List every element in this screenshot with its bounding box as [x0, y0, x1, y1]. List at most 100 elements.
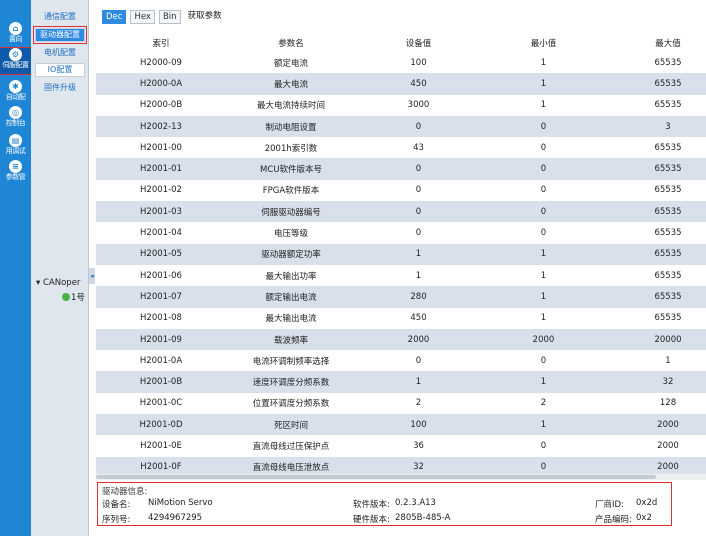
cell-device-value[interactable]: 280 [356, 286, 481, 308]
cell-device-value[interactable]: 36 [356, 435, 481, 457]
cell-device-value[interactable]: 0 [356, 115, 481, 138]
cell-device-value[interactable]: 0 [356, 350, 481, 372]
fetch-params-button[interactable]: 获取参数 [185, 10, 225, 24]
submenu-io-config[interactable]: IO配置 [35, 63, 85, 77]
col-header-index[interactable]: 索引 [96, 34, 226, 52]
tree-expand-icon[interactable]: ▾ [36, 278, 40, 288]
table-row[interactable]: H2001-01 MCU软件版本号 0 0 65535 [96, 158, 706, 180]
cell-device-value[interactable]: 1 [356, 243, 481, 265]
cell-index: H2001-09 [96, 328, 226, 351]
config-submenu: 通信配置 驱动器配置 电机配置 IO配置 固件升级 [31, 0, 89, 536]
cell-index: H2001-0E [96, 435, 226, 457]
cell-device-value[interactable]: 2 [356, 392, 481, 415]
rail-item-servo-config[interactable]: ⚙ 伺服配置 [0, 47, 32, 75]
cell-index: H2001-03 [96, 201, 226, 223]
cell-device-value[interactable]: 0 [356, 222, 481, 244]
cell-index: H2000-0A [96, 73, 226, 95]
table-row[interactable]: H2001-0A 电流环调制频率选择 0 0 1 [96, 350, 706, 372]
cell-param-name: 额定输出电流 [226, 286, 356, 308]
cell-device-value[interactable]: 0 [356, 158, 481, 180]
product-code-label: 产品编码: [595, 515, 632, 525]
table-row[interactable]: H2001-04 电压等级 0 0 65535 [96, 222, 706, 244]
table-row[interactable]: H2000-0B 最大电流持续时间 3000 1 65535 [96, 94, 706, 116]
vendor-id-value: 0x2d [636, 498, 658, 508]
driver-info-panel: 驱动器信息: 设备名: NiMotion Servo 序列号: 42949672… [97, 482, 672, 526]
cell-min: 2000 [481, 328, 606, 351]
col-header-min[interactable]: 最小值 [481, 34, 606, 52]
submenu-comm-config[interactable]: 通信配置 [35, 10, 85, 24]
servo-config-icon: ⚙ [9, 48, 22, 61]
cell-min: 0 [481, 158, 606, 180]
cell-param-name: 电流环调制频率选择 [226, 350, 356, 372]
table-row[interactable]: H2001-0F 直流母线电压泄放点 32 0 2000 [96, 456, 706, 474]
table-row[interactable]: H2001-06 最大输出功率 1 1 65535 [96, 264, 706, 287]
submenu-firmware-upgrade[interactable]: 固件升级 [35, 81, 85, 95]
cell-param-name: 直流母线电压泄放点 [226, 456, 356, 474]
cell-max: 65535 [606, 137, 706, 159]
col-header-device-value[interactable]: 设备值 [356, 34, 481, 52]
table-row[interactable]: H2001-0E 直流母线过压保护点 36 0 2000 [96, 435, 706, 457]
table-row[interactable]: H2002-13 制动电阻设置 0 0 3 [96, 115, 706, 138]
cell-device-value[interactable]: 100 [356, 414, 481, 436]
cell-device-value[interactable]: 1 [356, 371, 481, 393]
col-header-name[interactable]: 参数名 [226, 34, 356, 52]
cell-device-value[interactable]: 100 [356, 52, 481, 74]
cell-device-value[interactable]: 2000 [356, 328, 481, 351]
table-row[interactable]: H2001-05 驱动器额定功率 1 1 65535 [96, 243, 706, 265]
cell-min: 1 [481, 286, 606, 308]
cell-device-value[interactable]: 3000 [356, 94, 481, 116]
table-row[interactable]: H2001-0D 死区时间 100 1 2000 [96, 414, 706, 436]
tree-child-label: 1号 [71, 293, 85, 303]
cell-param-name: 直流母线过压保护点 [226, 435, 356, 457]
bin-button[interactable]: Bin [158, 10, 181, 24]
scrollbar-thumb[interactable] [96, 475, 656, 479]
col-header-max[interactable]: 最大值 [606, 34, 706, 52]
cell-index: H2000-0B [96, 94, 226, 116]
cell-param-name: 最大电流持续时间 [226, 94, 356, 116]
cell-param-name: 最大电流 [226, 73, 356, 95]
rail-item-auto-config[interactable]: ✱ 自动配 [0, 80, 31, 106]
rail-item-control[interactable]: ◎ 控制台 [0, 106, 31, 132]
cell-device-value[interactable]: 450 [356, 307, 481, 329]
panel-collapse-handle[interactable]: ◂ [89, 268, 95, 284]
cell-max: 65535 [606, 264, 706, 287]
cell-param-name: 最大输出电流 [226, 307, 356, 329]
table-row[interactable]: H2001-09 载波频率 2000 2000 20000 [96, 328, 706, 351]
table-row[interactable]: H2001-0B 速度环调度分频系数 1 1 32 [96, 371, 706, 393]
tree-node-canopen[interactable]: ▾ CANoper [36, 278, 80, 288]
cell-device-value[interactable]: 0 [356, 201, 481, 223]
rail-item-params[interactable]: ≡ 参数管 [0, 160, 31, 186]
table-row[interactable]: H2001-02 FPGA软件版本 0 0 65535 [96, 179, 706, 202]
submenu-driver-config[interactable]: 驱动器配置 [33, 26, 87, 44]
cell-max: 32 [606, 371, 706, 393]
cell-param-name: FPGA软件版本 [226, 179, 356, 202]
rail-item-home[interactable]: ⌂ 置向 [0, 22, 31, 48]
cell-min: 1 [481, 94, 606, 116]
horizontal-scrollbar[interactable] [96, 474, 706, 480]
cell-param-name: 速度环调度分频系数 [226, 371, 356, 393]
cell-device-value[interactable]: 450 [356, 73, 481, 95]
table-row[interactable]: H2001-03 伺服驱动器编号 0 0 65535 [96, 201, 706, 223]
cell-device-value[interactable]: 32 [356, 456, 481, 474]
status-dot-icon [62, 293, 70, 301]
table-row[interactable]: H2001-07 额定输出电流 280 1 65535 [96, 286, 706, 308]
cell-index: H2001-04 [96, 222, 226, 244]
table-row[interactable]: H2000-09 额定电流 100 1 65535 [96, 52, 706, 74]
table-row[interactable]: H2001-00 2001h索引数 43 0 65535 [96, 137, 706, 159]
cell-min: 1 [481, 414, 606, 436]
cell-device-value[interactable]: 0 [356, 179, 481, 202]
table-row[interactable]: H2000-0A 最大电流 450 1 65535 [96, 73, 706, 95]
dec-button[interactable]: Dec [102, 10, 127, 24]
cell-min: 1 [481, 371, 606, 393]
rail-item-debug[interactable]: ▤ 用调试 [0, 134, 31, 160]
cell-max: 65535 [606, 52, 706, 74]
submenu-motor-config[interactable]: 电机配置 [35, 46, 85, 60]
table-row[interactable]: H2001-08 最大输出电流 450 1 65535 [96, 307, 706, 329]
cell-device-value[interactable]: 43 [356, 137, 481, 159]
cell-max: 3 [606, 115, 706, 138]
hex-button[interactable]: Hex [130, 10, 155, 24]
table-row[interactable]: H2001-0C 位置环调度分频系数 2 2 128 [96, 392, 706, 415]
tree-node-device[interactable]: 1号 [62, 291, 85, 303]
cell-device-value[interactable]: 1 [356, 264, 481, 287]
rail-item-label: 伺服配置 [2, 61, 30, 69]
